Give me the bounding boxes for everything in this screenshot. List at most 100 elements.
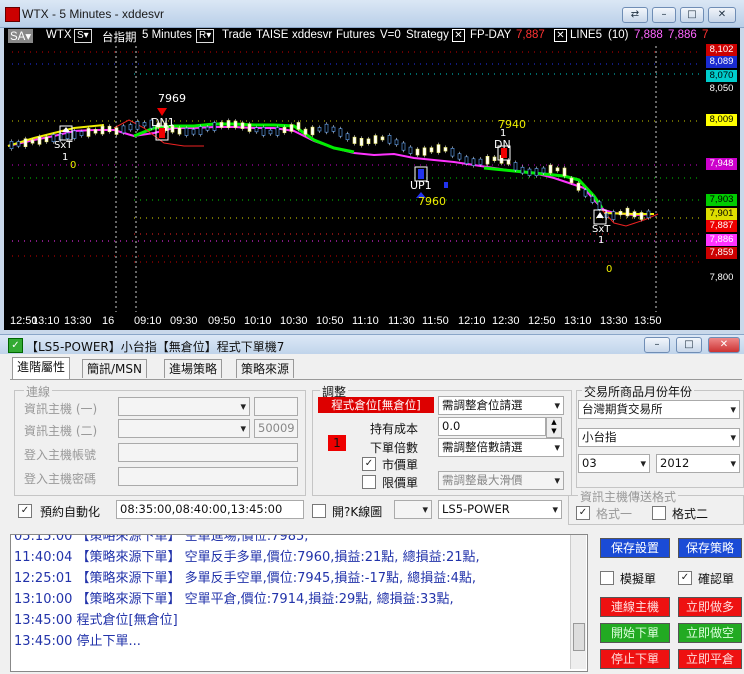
candle-body <box>79 131 84 136</box>
time-tick-label: 11:50 <box>422 315 449 327</box>
candle-body <box>261 127 266 136</box>
account-input[interactable] <box>118 443 298 462</box>
kline-checkbox[interactable] <box>312 504 326 518</box>
multiplier-select[interactable]: 需調整倍數請選 <box>438 438 564 457</box>
product-select[interactable]: 小台指 <box>578 428 740 447</box>
time-tick-label: 10:10 <box>244 315 272 327</box>
order-dialog-titlebar: ✓ 【LS5-POWER】小台指【無倉位】程式下單機7 – □ ✕ <box>0 334 744 355</box>
candle-body <box>541 167 546 174</box>
candle-body <box>492 156 497 161</box>
up1-price-label: 7960 <box>418 195 446 208</box>
candle-body <box>646 210 651 219</box>
candle-body <box>457 153 462 160</box>
tab-advanced[interactable]: 進階屬性 <box>12 357 71 379</box>
flatten-now-button[interactable]: 立即平倉 <box>678 649 742 669</box>
candle-body <box>205 126 210 131</box>
candle-body <box>16 141 21 147</box>
candle-body <box>212 122 217 131</box>
candle-body <box>576 182 581 191</box>
kline-select[interactable] <box>394 500 432 519</box>
tab-entry-strategy[interactable]: 進場策略 <box>164 359 223 378</box>
log-entry: 05:15:00 【策略來源下單】 空單進場,價位:7985, <box>14 534 309 544</box>
cost-spinner[interactable]: ▲ ▼ <box>546 417 562 438</box>
confirm-checkbox[interactable]: ✓ <box>678 571 692 585</box>
price-label: 7,948 <box>706 158 737 170</box>
slippage-select[interactable]: 需調整最大滑價 <box>438 471 564 490</box>
candle-body <box>569 177 574 184</box>
password-input[interactable] <box>118 467 298 486</box>
limit-order-checkbox[interactable] <box>362 475 376 489</box>
strategy-select[interactable]: LS5-POWER <box>438 500 562 519</box>
price-label: 7,800 <box>706 272 737 284</box>
candle-body <box>422 147 427 156</box>
market-order-checkbox[interactable]: ✓ <box>362 457 376 471</box>
candle-body <box>240 122 245 129</box>
sx-qty-left: 1 <box>62 152 69 163</box>
host1-select[interactable] <box>118 397 250 416</box>
sx-label-right: SxT <box>592 224 611 235</box>
app-icon <box>5 7 20 22</box>
save-settings-button[interactable]: 保存設置 <box>600 538 670 558</box>
order-log[interactable]: 05:15:00 【策略來源下單】 空單進場,價位:7985, 11:40:04… <box>10 534 588 672</box>
candle-body <box>219 122 224 128</box>
multiplier-badge: 1 <box>328 435 346 451</box>
position-adjust-select[interactable]: 需調整倉位請選 <box>438 396 564 415</box>
save-strategy-button[interactable]: 保存策略 <box>678 538 742 558</box>
candle-body <box>23 138 28 148</box>
maximize-icon[interactable]: □ <box>676 337 702 353</box>
restore-icon[interactable]: ⇄ <box>622 7 648 23</box>
format1-checkbox[interactable]: ✓ <box>576 506 590 520</box>
buy-now-button[interactable]: 立即做多 <box>678 597 742 617</box>
candle-body <box>597 201 602 210</box>
candle-body <box>527 168 532 176</box>
sell-now-button[interactable]: 立即做空 <box>678 623 742 643</box>
host2-port-input[interactable]: 50009 <box>254 419 298 438</box>
confirm-label: 確認單 <box>698 572 735 586</box>
auto-schedule-label: 預約自動化 <box>40 505 101 519</box>
connect-host-button[interactable]: 連線主機 <box>600 597 670 617</box>
host1-port-input[interactable] <box>254 397 298 416</box>
format1-label: 格式一 <box>596 507 633 521</box>
simulate-checkbox[interactable] <box>600 571 614 585</box>
time-tick-label: 11:30 <box>388 315 415 327</box>
tab-strategy-source[interactable]: 策略來源 <box>236 359 295 378</box>
time-tick-label: 11:10 <box>352 315 379 327</box>
start-order-button[interactable]: 開始下單 <box>600 623 670 643</box>
tab-divider <box>10 379 742 380</box>
host2-label: 資訊主機 (二) <box>24 424 98 438</box>
maximize-icon[interactable]: □ <box>680 7 704 23</box>
close-icon[interactable]: ✕ <box>708 7 736 23</box>
time-tick-label: 16 <box>102 315 115 327</box>
stop-order-button[interactable]: 停止下單 <box>600 649 670 669</box>
candle-body <box>639 212 644 220</box>
price-label: 8,009 <box>706 114 737 126</box>
minimize-icon[interactable]: – <box>652 7 676 23</box>
host2-select[interactable] <box>118 419 250 438</box>
time-tick-label: 13:10 <box>32 315 60 327</box>
schedule-times-input[interactable]: 08:35:00,08:40:00,13:45:00 <box>116 500 304 519</box>
dn1-price-label: 7969 <box>158 92 186 105</box>
host1-label: 資訊主機 (一) <box>24 402 98 416</box>
candle-body <box>44 136 49 143</box>
tab-sms-msn[interactable]: 簡訊/MSN <box>82 359 147 378</box>
price-chart[interactable]: SA▾ WTX S▾ 台指期 5 Minutes R▾ Trade TAISE … <box>4 28 740 330</box>
year-select[interactable]: 2012 <box>656 454 740 473</box>
position-status: 程式倉位[無倉位] <box>318 397 434 413</box>
close-icon[interactable]: ✕ <box>708 337 740 353</box>
candle-body <box>268 129 273 135</box>
candle-body <box>345 133 350 141</box>
price-label: 7,903 <box>706 194 737 206</box>
candle-body <box>478 158 483 165</box>
candle-body <box>303 128 308 135</box>
up1-label: UP1 <box>410 179 432 192</box>
log-scrollbar[interactable] <box>570 535 586 669</box>
auto-schedule-checkbox[interactable]: ✓ <box>18 504 32 518</box>
buy-tick-icon <box>444 182 448 188</box>
month-select[interactable]: 03 <box>578 454 650 473</box>
candle-body <box>275 127 280 136</box>
scrollbar-thumb[interactable] <box>573 623 585 651</box>
exchange-select[interactable]: 台灣期貨交易所 <box>578 400 740 419</box>
format2-checkbox[interactable] <box>652 506 666 520</box>
minimize-icon[interactable]: – <box>644 337 670 353</box>
cost-input[interactable]: 0.0 <box>438 417 546 436</box>
